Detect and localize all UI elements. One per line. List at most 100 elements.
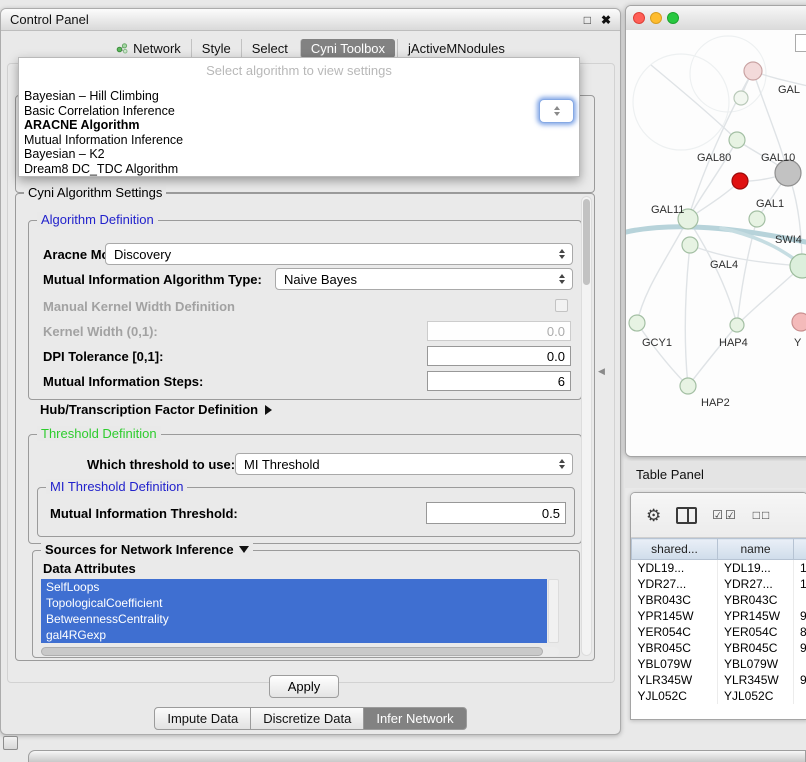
which-threshold-combobox[interactable]: MI Threshold	[235, 453, 573, 475]
list-vertical-scrollbar[interactable]	[548, 579, 559, 643]
mi-algorithm-type-combobox[interactable]: Naive Bayes	[275, 268, 573, 290]
float-window-icon[interactable]: □	[584, 14, 591, 26]
table-cell[interactable]: 9.	[794, 608, 806, 624]
table-cell[interactable]: YBR043C	[632, 592, 718, 608]
table-cell[interactable]: YER054C	[632, 624, 718, 640]
table-cell[interactable]: YPR145W	[632, 608, 718, 624]
table-cell[interactable]: YPR145W	[718, 608, 794, 624]
bottom-tab-impute-data[interactable]: Impute Data	[154, 707, 251, 730]
tab-jactivemnodules[interactable]: jActiveMNodules	[397, 39, 515, 58]
table-cell[interactable]: YBR045C	[632, 640, 718, 656]
network-node[interactable]	[682, 237, 698, 253]
bottom-tab-infer-network[interactable]: Infer Network	[363, 707, 466, 730]
algorithm-option[interactable]: Bayesian – K2	[19, 147, 579, 162]
table-cell[interactable]: YBL079W	[718, 656, 794, 672]
data-attributes-list[interactable]: SelfLoopsTopologicalCoefficientBetweenne…	[41, 579, 547, 643]
network-node[interactable]	[744, 62, 762, 80]
table-cell[interactable]: 13	[794, 560, 806, 577]
control-panel-titlebar[interactable]: Control Panel □ ✖	[1, 9, 620, 31]
scrollbar-thumb[interactable]	[583, 199, 590, 285]
algorithm-option[interactable]: ARACNE Algorithm	[19, 118, 579, 133]
data-attribute-item[interactable]: gal4RGexp	[41, 627, 547, 643]
table-cell[interactable]: YDR27...	[632, 576, 718, 592]
mi-steps-field[interactable]	[427, 371, 571, 391]
scrollbar-thumb[interactable]	[41, 647, 543, 656]
table-row[interactable]: YDL19...YDL19...13	[632, 560, 806, 577]
apply-button[interactable]: Apply	[269, 675, 339, 698]
algorithm-option[interactable]: Mutual Information Inference	[19, 133, 579, 148]
list-horizontal-scrollbar[interactable]	[41, 647, 559, 656]
data-attribute-item[interactable]: TopologicalCoefficient	[41, 595, 547, 611]
tab-network[interactable]: Network	[106, 39, 191, 58]
table-cell[interactable]: YDL19...	[718, 560, 794, 577]
table-cell[interactable]: YBR045C	[718, 640, 794, 656]
table-cell[interactable]: YBL079W	[632, 656, 718, 672]
network-node[interactable]	[732, 173, 748, 189]
network-node[interactable]	[680, 378, 696, 394]
column-header-partial[interactable]	[794, 539, 806, 560]
deselect-all-checkboxes-icon[interactable]: □□	[753, 509, 772, 521]
algorithm-option[interactable]: Bayesian – Hill Climbing	[19, 89, 579, 104]
data-attributes-label: Data Attributes	[43, 561, 136, 576]
hub-transcription-factor-toggle[interactable]: Hub/Transcription Factor Definition	[40, 402, 272, 417]
table-cell[interactable]	[794, 656, 806, 672]
table-cell[interactable]: 9.	[794, 640, 806, 656]
column-header-shared-name[interactable]: shared...	[632, 539, 718, 560]
network-window-titlebar[interactable]	[626, 6, 806, 31]
data-attribute-item[interactable]: BetweennessCentrality	[41, 611, 547, 627]
network-node[interactable]	[729, 132, 745, 148]
table-row[interactable]: YPR145WYPR145W9.	[632, 608, 806, 624]
network-node[interactable]	[730, 318, 744, 332]
columns-icon[interactable]	[676, 507, 697, 524]
zoom-traffic-light[interactable]	[667, 12, 679, 24]
table-row[interactable]: YDR27...YDR27...12	[632, 576, 806, 592]
table-cell[interactable]: YDL19...	[632, 560, 718, 577]
table-cell[interactable]: YBR043C	[718, 592, 794, 608]
network-node-label: HAP2	[701, 397, 730, 409]
table-row[interactable]: YER054CYER054C8.	[632, 624, 806, 640]
tab-select[interactable]: Select	[241, 39, 298, 58]
algorithm-option[interactable]: Basic Correlation Inference	[19, 104, 579, 119]
gear-icon[interactable]: ⚙	[646, 507, 661, 524]
table-cell[interactable]: 8.	[794, 624, 806, 640]
aracne-mode-value: Discovery	[106, 247, 555, 262]
algorithm-combobox-stepper[interactable]	[539, 99, 574, 123]
table-cell[interactable]: YJL052C	[632, 688, 718, 704]
minimize-traffic-light[interactable]	[650, 12, 662, 24]
close-traffic-light[interactable]	[633, 12, 645, 24]
table-cell[interactable]: YLR345W	[718, 672, 794, 688]
column-header-name[interactable]: name	[718, 539, 794, 560]
table-row[interactable]: YJL052CYJL052C	[632, 688, 806, 704]
data-attribute-item[interactable]: SelfLoops	[41, 579, 547, 595]
sources-group-toggle[interactable]: Sources for Network Inference	[41, 542, 253, 557]
table-cell[interactable]: YJL052C	[718, 688, 794, 704]
splitter-collapse-icon[interactable]: ◀	[598, 366, 605, 377]
tab-cyni-toolbox[interactable]: Cyni Toolbox	[300, 39, 395, 58]
table-cell[interactable]: YER054C	[718, 624, 794, 640]
table-cell[interactable]: 12	[794, 576, 806, 592]
network-node[interactable]	[734, 91, 748, 105]
table-row[interactable]: YBR043CYBR043C	[632, 592, 806, 608]
network-node[interactable]	[629, 315, 645, 331]
table-cell[interactable]	[794, 688, 806, 704]
algorithm-option[interactable]: Dream8 DC_TDC Algorithm	[19, 162, 579, 177]
network-node[interactable]	[792, 313, 806, 331]
network-node[interactable]	[749, 211, 765, 227]
panel-dock-icon[interactable]	[3, 736, 18, 750]
table-cell[interactable]	[794, 592, 806, 608]
settings-vertical-scrollbar[interactable]	[581, 196, 592, 656]
table-cell[interactable]: 9.	[794, 672, 806, 688]
table-row[interactable]: YBR045CYBR045C9.	[632, 640, 806, 656]
table-row[interactable]: YLR345WYLR345W9.	[632, 672, 806, 688]
table-row[interactable]: YBL079WYBL079W	[632, 656, 806, 672]
table-cell[interactable]: YDR27...	[718, 576, 794, 592]
close-window-icon[interactable]: ✖	[601, 14, 611, 26]
mi-threshold-field[interactable]	[426, 502, 566, 524]
dpi-tolerance-field[interactable]	[427, 346, 571, 366]
bottom-tab-discretize-data[interactable]: Discretize Data	[250, 707, 364, 730]
tab-style[interactable]: Style	[191, 39, 241, 58]
select-all-checkboxes-icon[interactable]: ☑☑	[712, 509, 738, 521]
table-cell[interactable]: YLR345W	[632, 672, 718, 688]
network-canvas[interactable]: GALGAL80GAL10GAL11GAL1SWI4GAL4GCY1HAP4YH…	[626, 30, 806, 456]
aracne-mode-combobox[interactable]: Discovery	[105, 243, 573, 265]
